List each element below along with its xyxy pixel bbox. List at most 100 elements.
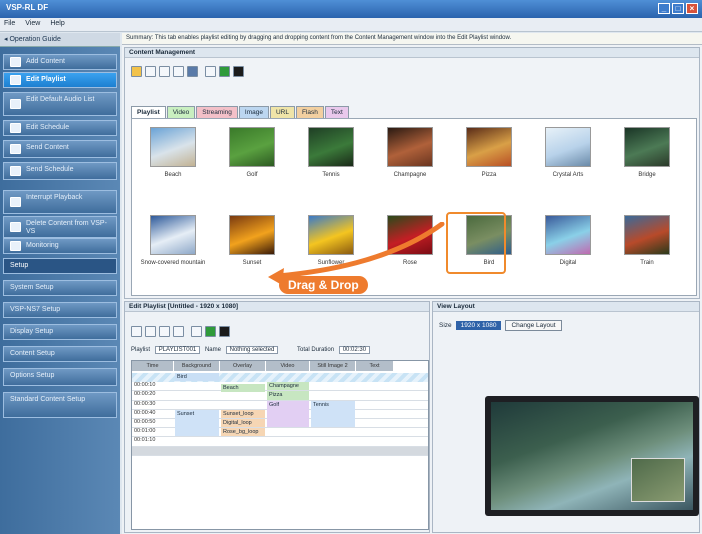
tab-playlist[interactable]: Playlist xyxy=(131,106,166,118)
edit-audio-list-icon xyxy=(10,99,21,109)
maximize-icon[interactable]: □ xyxy=(672,3,684,14)
content-thumbnail[interactable]: Golf xyxy=(215,127,289,178)
content-thumbnail[interactable]: Bridge xyxy=(610,127,684,178)
preview-playlist-icon[interactable] xyxy=(191,325,202,337)
size-select[interactable]: 1920 x 1080 xyxy=(455,321,502,330)
tab-video[interactable]: Video xyxy=(166,106,196,118)
playlist-clip[interactable]: Sunset_loop xyxy=(221,409,265,418)
open-playlist-icon[interactable] xyxy=(145,325,156,337)
content-thumbnail[interactable]: Beach xyxy=(136,127,210,178)
content-thumbnail[interactable]: Snow-covered mountain xyxy=(136,215,210,266)
playlist-clip[interactable]: Beach xyxy=(221,384,265,393)
save-as-icon[interactable] xyxy=(173,325,184,337)
sidebar-item-edit-schedule[interactable]: Edit Schedule xyxy=(3,120,117,136)
tab-streaming[interactable]: Streaming xyxy=(196,106,238,118)
sidebar-item-edit-playlist[interactable]: Edit Playlist xyxy=(3,72,117,88)
sidebar-item-label: Delete Content from VSP-VS xyxy=(26,220,107,235)
thumbnail-caption: Train xyxy=(640,260,654,266)
stop-playlist-icon[interactable] xyxy=(219,325,230,337)
menu-file[interactable]: File xyxy=(4,20,15,29)
minimize-icon[interactable]: _ xyxy=(658,3,670,14)
content-tabs: Playlist Video Streaming Image URL Flash Text xyxy=(131,106,349,118)
time-cell: 00:00:40 xyxy=(134,409,156,416)
thumbnail-caption: Champagne xyxy=(393,172,427,178)
thumbnail-image xyxy=(229,127,275,167)
tab-url[interactable]: URL xyxy=(269,106,295,118)
sidebar-item-send-schedule[interactable]: Send Schedule xyxy=(3,162,117,180)
send-schedule-icon xyxy=(10,166,21,176)
sidebar-item-vsp-ns7-setup[interactable]: VSP-NS7 Setup xyxy=(3,302,117,318)
content-thumbnail[interactable]: Champagne xyxy=(373,127,447,178)
playlist-clip[interactable]: Rose_bg_loop xyxy=(221,428,265,437)
content-thumbnail[interactable]: Digital xyxy=(531,215,605,266)
menu-help[interactable]: Help xyxy=(50,20,64,29)
column-header[interactable]: Still Image 2 xyxy=(310,361,356,371)
menu-view[interactable]: View xyxy=(25,20,40,29)
delete-icon[interactable] xyxy=(173,65,184,77)
thumbnail-image xyxy=(545,127,591,167)
change-layout-button[interactable]: Change Layout xyxy=(505,320,562,331)
guide-text: Summary: This tab enables playlist editi… xyxy=(122,33,702,45)
edit-schedule-icon xyxy=(10,123,21,133)
sidebar-item-content-setup[interactable]: Content Setup xyxy=(3,346,117,362)
sidebar-item-standard-content-setup[interactable]: Standard Content Setup xyxy=(3,392,117,418)
application-window: VSP-RL DF _ □ × File View Help ◂ Operati… xyxy=(0,0,702,534)
content-thumbnail[interactable]: Train xyxy=(610,215,684,266)
properties-icon[interactable] xyxy=(187,65,198,77)
stop-icon[interactable] xyxy=(233,65,244,77)
playlist-toolbar xyxy=(131,324,230,338)
preview-screen xyxy=(491,402,693,510)
playlist-grid[interactable]: Time Background Overlay Video Still Image 2T… xyxy=(131,360,429,530)
sidebar-item-send-content[interactable]: Send Content xyxy=(3,140,117,158)
playlist-clip[interactable]: Tennis xyxy=(311,400,355,428)
tab-flash[interactable]: Flash xyxy=(296,106,324,118)
content-thumbnail[interactable]: Tennis xyxy=(294,127,368,178)
sidebar-item-label: Setup xyxy=(10,262,29,269)
sidebar-item-setup[interactable]: Setup xyxy=(3,258,117,274)
operation-guide-header[interactable]: ◂ Operation Guide xyxy=(0,33,120,47)
play-icon[interactable] xyxy=(219,65,230,77)
content-thumbnail[interactable]: Crystal Arts xyxy=(531,127,605,178)
column-header[interactable]: Overlay xyxy=(220,361,266,371)
sidebar-item-interrupt-playback[interactable]: Interrupt Playback xyxy=(3,190,117,214)
playlist-info: Playlist PLAYLIST001 Name Nothing select… xyxy=(131,346,373,354)
sidebar-item-system-setup[interactable]: System Setup xyxy=(3,280,117,296)
playlist-clip[interactable]: Bird xyxy=(175,373,219,382)
sidebar-item-label: Options Setup xyxy=(10,372,55,379)
time-cell: 00:00:20 xyxy=(134,391,156,398)
copy-icon[interactable] xyxy=(159,65,170,77)
clip-label: Sunset_loop xyxy=(223,410,254,417)
new-playlist-icon[interactable] xyxy=(131,325,142,337)
name-field[interactable]: Nothing selected xyxy=(225,346,279,354)
title-bar: VSP-RL DF _ □ × xyxy=(0,0,702,18)
sidebar-item-display-setup[interactable]: Display Setup xyxy=(3,324,117,340)
playlist-clip[interactable]: Golf xyxy=(267,400,309,428)
save-playlist-icon[interactable] xyxy=(159,325,170,337)
sidebar-item-add-content[interactable]: Add Content xyxy=(3,54,117,70)
sidebar-item-monitoring[interactable]: Monitoring xyxy=(3,238,117,254)
column-header[interactable]: Video xyxy=(266,361,310,371)
playlist-clip[interactable]: Sunset xyxy=(175,409,219,437)
edit-icon[interactable] xyxy=(131,65,142,77)
column-header[interactable]: Text xyxy=(356,361,394,371)
overlay-window-bird[interactable] xyxy=(631,458,685,502)
column-header[interactable]: Time xyxy=(132,361,174,371)
playlist-clip[interactable]: Digital_loop xyxy=(221,419,265,428)
close-icon[interactable]: × xyxy=(686,3,698,14)
playlist-clip[interactable]: Pizza xyxy=(267,391,309,400)
sidebar-item-options-setup[interactable]: Options Setup xyxy=(3,368,117,386)
content-thumbnail[interactable]: Pizza xyxy=(452,127,526,178)
sidebar: ◂ Operation Guide Add Content Edit Playli… xyxy=(0,33,120,534)
column-header[interactable]: Background xyxy=(174,361,220,371)
tab-text[interactable]: Text xyxy=(324,106,349,118)
play-playlist-icon[interactable] xyxy=(205,325,216,337)
playlist-id-field[interactable]: PLAYLIST001 xyxy=(154,346,201,354)
new-icon[interactable] xyxy=(145,65,156,77)
tab-image[interactable]: Image xyxy=(238,106,269,118)
preview-icon[interactable] xyxy=(205,65,216,77)
sidebar-item-delete-content[interactable]: Delete Content from VSP-VS xyxy=(3,216,117,238)
thumbnail-image xyxy=(150,215,196,255)
playlist-clip[interactable]: Champagne xyxy=(267,382,309,391)
sidebar-item-edit-audio-list[interactable]: Edit Default Audio List xyxy=(3,92,117,116)
layout-preview-monitor xyxy=(485,396,699,516)
